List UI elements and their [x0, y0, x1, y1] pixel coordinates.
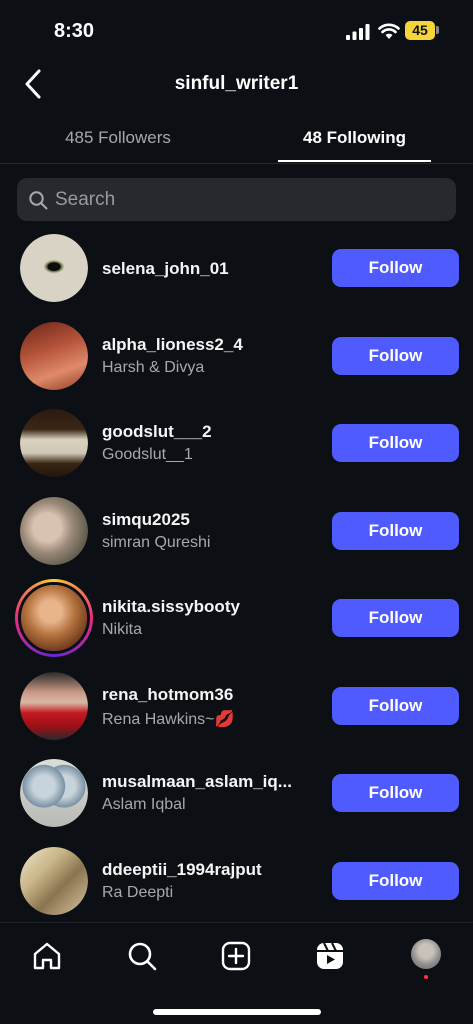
create-icon[interactable] [220, 940, 252, 972]
follow-button[interactable]: Follow [332, 686, 459, 725]
page-title: sinful_writer1 [174, 73, 299, 94]
follow-button[interactable]: Follow [332, 774, 459, 812]
reels-icon[interactable] [314, 940, 346, 972]
username[interactable]: goodslut___2 [102, 422, 212, 442]
search-input[interactable] [55, 178, 445, 221]
full-name: Ra Deepti [102, 883, 174, 901]
following-list: selena_john_01 Follow alpha_lioness2_4 H… [0, 232, 473, 932]
username[interactable]: nikita.sissybooty [102, 597, 240, 617]
list-item: rena_hotmom36 Rena Hawkins~💋 Follow [0, 670, 473, 758]
list-item: alpha_lioness2_4 Harsh & Divya Follow [0, 320, 473, 408]
list-item: ddeeptii_1994rajput Ra Deepti Follow [0, 845, 473, 933]
follow-button[interactable]: Follow [332, 861, 459, 900]
follow-button[interactable]: Follow [332, 249, 459, 287]
following-screen: 8:30 45 sinful_writer1 485 Followers 48 … [0, 0, 473, 1024]
list-item: selena_john_01 Follow [0, 232, 473, 320]
avatar[interactable] [20, 846, 88, 915]
bottom-nav [0, 922, 473, 1024]
profile-avatar[interactable] [411, 939, 441, 969]
tab-following[interactable]: 48 Following [236, 128, 473, 148]
cellular-signal-icon [346, 24, 370, 40]
list-item: nikita.sissybooty Nikita Follow [0, 579, 473, 670]
username[interactable]: selena_john_01 [102, 259, 229, 279]
active-tab-indicator [278, 160, 431, 162]
avatar[interactable] [20, 759, 88, 827]
username[interactable]: ddeeptii_1994rajput [102, 860, 262, 880]
top-bar: sinful_writer1 [0, 60, 473, 110]
search-icon[interactable] [126, 940, 158, 972]
wifi-icon [378, 23, 400, 39]
full-name: Nikita [102, 621, 143, 638]
status-bar: 8:30 45 [0, 0, 473, 60]
list-item: goodslut___2 Goodslut__1 Follow [0, 407, 473, 495]
avatar[interactable] [20, 671, 88, 740]
search-bar[interactable] [17, 178, 456, 221]
full-name: Goodslut__1 [102, 446, 193, 463]
full-name: Harsh & Divya [102, 358, 205, 376]
follow-button[interactable]: Follow [332, 424, 459, 462]
avatar[interactable] [20, 234, 88, 302]
follow-button[interactable]: Follow [332, 336, 459, 375]
follow-button[interactable]: Follow [332, 599, 459, 637]
full-name: Aslam Iqbal [102, 796, 186, 813]
home-indicator [153, 1009, 321, 1015]
username[interactable]: rena_hotmom36 [102, 685, 233, 705]
avatar[interactable] [20, 496, 88, 565]
avatar-with-story-ring[interactable] [15, 579, 93, 657]
battery-indicator: 45 [405, 21, 435, 40]
status-time: 8:30 [54, 20, 95, 42]
notification-dot [424, 975, 428, 979]
full-name: simran Qureshi [102, 533, 211, 551]
full-name: Rena Hawkins~💋 [102, 710, 235, 728]
list-item: musalmaan_aslam_iq... Aslam Iqbal Follow [0, 757, 473, 845]
tab-followers[interactable]: 485 Followers [0, 128, 236, 148]
avatar[interactable] [20, 321, 88, 390]
follow-button[interactable]: Follow [332, 511, 459, 550]
home-icon[interactable] [31, 940, 63, 972]
username[interactable]: musalmaan_aslam_iq... [102, 772, 292, 792]
username[interactable]: alpha_lioness2_4 [102, 335, 243, 355]
avatar[interactable] [20, 409, 88, 477]
username[interactable]: simqu2025 [102, 510, 190, 530]
follow-tabs: 485 Followers 48 Following [0, 118, 473, 164]
list-item: simqu2025 simran Qureshi Follow [0, 495, 473, 583]
search-icon [29, 191, 48, 210]
battery-tip [436, 26, 439, 34]
